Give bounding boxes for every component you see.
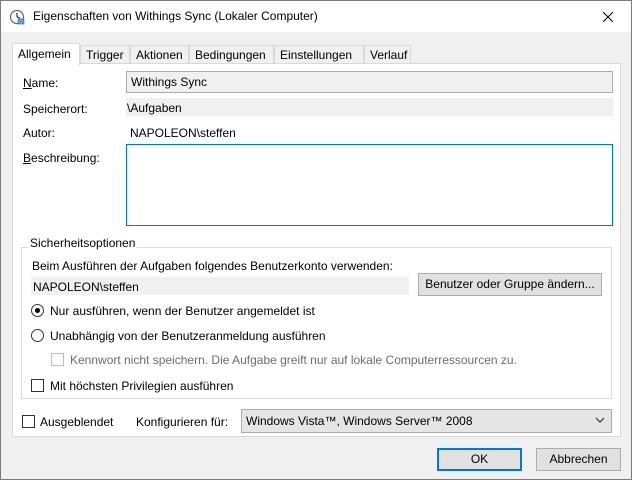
account-prompt: Beim Ausführen der Aufgaben folgendes Be… (32, 259, 393, 273)
close-icon (603, 11, 613, 22)
no-password-checkbox[interactable] (51, 353, 64, 366)
name-field[interactable]: Withings Sync (126, 71, 613, 93)
run-only-logged-on-label[interactable]: Nur ausführen, wenn der Benutzer angemel… (50, 304, 315, 318)
hidden-label[interactable]: Ausgeblendet (40, 415, 113, 429)
ok-button[interactable]: OK (437, 448, 522, 471)
run-independent-label[interactable]: Unabhängig von der Benutzeranmeldung aus… (50, 329, 326, 343)
author-label: Autor: (23, 126, 56, 140)
properties-dialog: Eigenschaften von Withings Sync (Lokaler… (0, 0, 632, 480)
highest-privileges-label[interactable]: Mit höchsten Privilegien ausführen (50, 379, 233, 393)
author-value: NAPOLEON\steffen (130, 126, 236, 140)
chevron-down-icon (595, 410, 605, 439)
tab-verlauf[interactable]: Verlauf (364, 45, 411, 65)
configure-for-select[interactable]: Windows Vista™, Windows Server™ 2008 (241, 409, 612, 433)
tab-allgemein[interactable]: Allgemein (12, 43, 80, 66)
tab-bedingungen[interactable]: Bedingungen (189, 45, 274, 65)
change-user-button[interactable]: Benutzer oder Gruppe ändern... (418, 273, 602, 296)
location-label: Speicherort: (23, 102, 88, 116)
title-bar: Eigenschaften von Withings Sync (Lokaler… (1, 1, 631, 32)
close-button[interactable] (585, 1, 631, 32)
location-value: \Aufgaben (126, 98, 613, 116)
description-textarea[interactable] (126, 144, 613, 226)
highest-privileges-checkbox[interactable] (31, 379, 44, 392)
run-only-logged-on-radio[interactable] (31, 304, 44, 317)
cancel-button[interactable]: Abbrechen (536, 448, 621, 471)
tab-einstellungen[interactable]: Einstellungen (274, 45, 364, 65)
name-label: Name: (23, 76, 59, 90)
window-title: Eigenschaften von Withings Sync (Lokaler… (33, 9, 318, 23)
run-independent-radio[interactable] (31, 329, 44, 342)
description-label: Beschreibung: (23, 151, 100, 165)
security-options-title: Sicherheitsoptionen (28, 236, 138, 250)
configure-for-label: Konfigurieren für: (136, 415, 229, 429)
no-password-label: Kennwort nicht speichern. Die Aufgabe gr… (70, 353, 517, 367)
tab-aktionen[interactable]: Aktionen (130, 45, 189, 65)
account-value: NAPOLEON\steffen (31, 277, 409, 295)
general-tab-panel: Name: Withings Sync Speicherort: \Aufgab… (12, 63, 621, 437)
task-scheduler-icon (9, 9, 25, 25)
tab-trigger[interactable]: Trigger (80, 45, 130, 65)
hidden-checkbox[interactable] (22, 415, 35, 428)
